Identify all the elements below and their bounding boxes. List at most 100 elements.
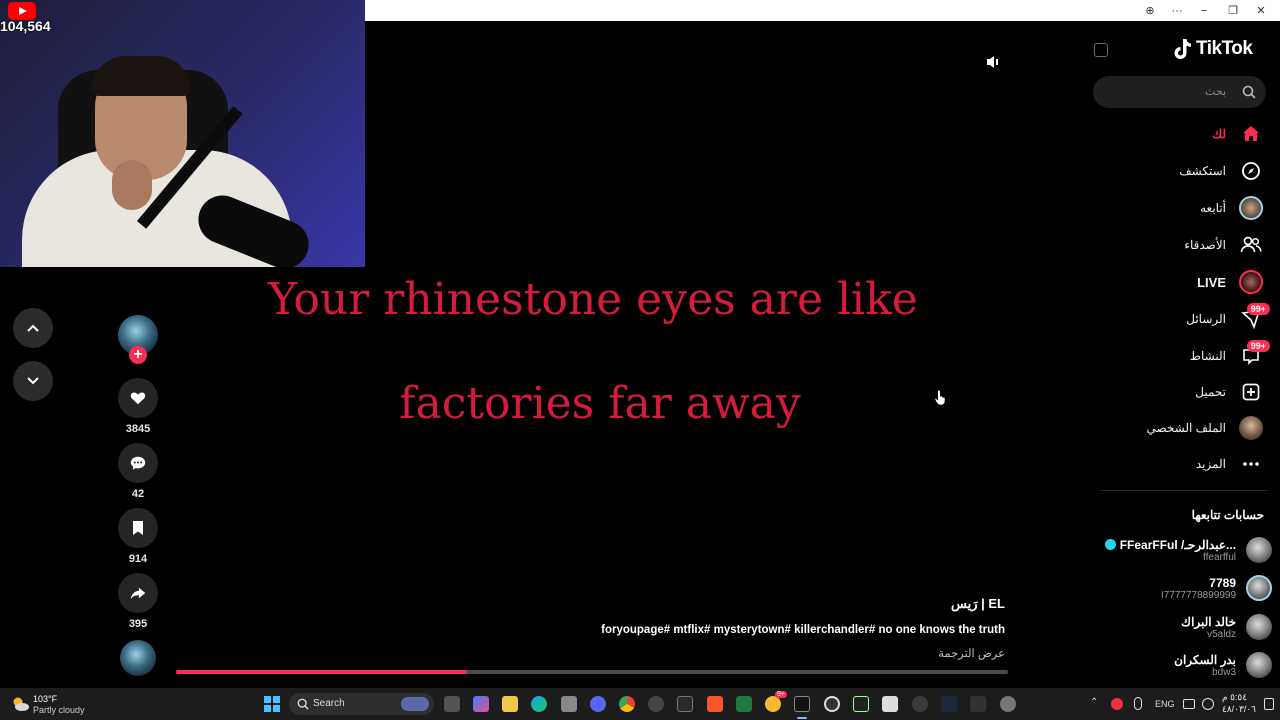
collapse-sidebar-icon[interactable] (1094, 43, 1108, 57)
search-input[interactable]: بحث (1093, 76, 1266, 108)
search-placeholder: بحث (1205, 86, 1226, 98)
chevron-down-icon (27, 377, 39, 385)
following-account[interactable]: بدر السكران bdw3 (1174, 652, 1272, 678)
account-handle: I7777778899999 (1160, 589, 1236, 601)
tiktok-logo[interactable]: TikTok (1171, 37, 1253, 61)
app-icon-gear[interactable] (648, 696, 664, 712)
tray-app-icon[interactable] (1111, 698, 1123, 710)
volume-icon[interactable] (984, 53, 1002, 71)
lyric-line-1: Your rhinestone eyes are like (268, 274, 918, 325)
clock-date[interactable]: ٤٨/٠٣/٠٦ (1222, 704, 1256, 715)
compass-icon (1238, 158, 1264, 184)
following-avatar-icon (1238, 195, 1264, 221)
account-name: FFearFFul /عبدالرحـ... (1119, 537, 1236, 552)
translate-link[interactable]: عرض الترجمة (938, 646, 1005, 660)
store-icon[interactable] (561, 696, 577, 712)
discord-icon[interactable] (590, 696, 606, 712)
app-icon-slash[interactable] (912, 696, 928, 712)
app-icon-a[interactable] (853, 696, 869, 712)
account-avatar (1246, 575, 1272, 601)
app-icon-emoji[interactable] (765, 696, 781, 712)
nav-label: استكشف (1179, 164, 1226, 178)
excel-icon[interactable] (736, 696, 752, 712)
comment-button[interactable] (118, 443, 158, 483)
caption-text: foryoupage# mtflix# mysterytown# killerc… (601, 624, 1005, 636)
taskbar-search-label: Search (313, 698, 345, 709)
clock-time[interactable]: ٥:٥٤ م (1222, 692, 1247, 703)
weather-icon[interactable] (10, 694, 30, 714)
copilot-icon[interactable] (473, 696, 489, 712)
activity-badge: +99 (1246, 340, 1270, 352)
taskbar-search[interactable]: Search (289, 693, 434, 715)
language-indicator[interactable]: ENG (1155, 699, 1175, 709)
nav-item-messages[interactable]: +99 الرسائل (1186, 303, 1270, 333)
nav-label: الأصدقاء (1184, 238, 1226, 252)
nav-item-activity[interactable]: +99 النشاط (1189, 340, 1270, 370)
mouse-cursor-icon (934, 388, 948, 411)
search-icon (297, 698, 309, 710)
taskbar-app-badge: 9+ (775, 691, 787, 698)
follow-button[interactable]: + (129, 346, 147, 364)
lyric-line-2: factories far away (399, 378, 801, 429)
like-button[interactable] (118, 378, 158, 418)
chrome-icon[interactable] (619, 696, 635, 712)
previous-video-button[interactable] (13, 308, 53, 348)
like-count: 3845 (125, 423, 151, 435)
steam-icon[interactable] (941, 696, 957, 712)
settings-icon[interactable] (1000, 696, 1016, 712)
minimize-button[interactable]: − (1196, 3, 1212, 19)
nav-item-more[interactable]: المزيد (1196, 450, 1264, 478)
app-icon-sync[interactable] (824, 696, 840, 712)
chevron-up-icon (27, 324, 39, 332)
file-explorer-icon[interactable] (502, 696, 518, 712)
following-heading: حسابات تتابعها (1191, 508, 1264, 522)
tiktok-taskbar-icon[interactable] (794, 696, 810, 712)
weather-desc: Partly cloudy (33, 705, 85, 715)
brave-icon[interactable] (707, 696, 723, 712)
maximize-button[interactable]: ❐ (1225, 3, 1241, 19)
more-options-icon[interactable]: ··· (1169, 3, 1185, 19)
webcam-person-hand (112, 160, 152, 210)
video-progress-bar[interactable] (176, 670, 1008, 674)
bookmark-button[interactable] (118, 508, 158, 548)
account-handle: v5aldz (1207, 628, 1236, 640)
nav-item-upload[interactable]: تحميل (1195, 378, 1264, 406)
app-icon-mail[interactable] (970, 696, 986, 712)
webcam-overlay: 104,564 (0, 0, 365, 267)
notification-icon[interactable] (1264, 698, 1274, 710)
following-account[interactable]: خالد البراك v5aldz (1181, 614, 1272, 640)
music-disc-avatar[interactable] (120, 640, 156, 676)
edge-icon[interactable] (531, 696, 547, 712)
task-view-icon[interactable] (444, 696, 460, 712)
nav-item-profile[interactable]: الملف الشخصي (1146, 414, 1264, 442)
profile-avatar-icon (1238, 415, 1264, 441)
nav-item-for-you[interactable]: لك (1212, 120, 1264, 148)
account-name: 7789 (1209, 575, 1236, 590)
following-account[interactable]: FFearFFul /عبدالرحـ... ffearfful (1104, 537, 1272, 563)
tray-chevron-icon[interactable]: ⌃ (1090, 697, 1098, 708)
nav-label: النشاط (1189, 349, 1226, 363)
share-button[interactable] (118, 573, 158, 613)
next-video-button[interactable] (13, 361, 53, 401)
volume-tray-icon[interactable] (1202, 698, 1214, 710)
windows-start-icon[interactable] (264, 696, 280, 712)
nav-label: المزيد (1195, 457, 1226, 471)
capcut-icon[interactable] (882, 696, 898, 712)
nav-item-following[interactable]: أتابعه (1200, 194, 1264, 222)
nav-item-explore[interactable]: استكشف (1179, 157, 1264, 185)
active-app-indicator (797, 717, 807, 719)
heart-icon (130, 392, 146, 405)
nav-item-friends[interactable]: الأصدقاء (1184, 231, 1264, 259)
live-icon (1238, 269, 1264, 295)
following-account[interactable]: 7789 I7777778899999 (1161, 575, 1272, 601)
network-icon[interactable] (1183, 699, 1195, 709)
zoom-icon[interactable]: ⊕ (1142, 3, 1158, 19)
nav-label: LIVE (1197, 274, 1226, 290)
nav-item-live[interactable]: LIVE (1197, 268, 1264, 296)
nav-label: أتابعه (1200, 201, 1226, 215)
close-button[interactable]: ✕ (1253, 3, 1269, 19)
microphone-icon[interactable] (1134, 697, 1142, 710)
home-icon (1238, 121, 1264, 147)
app-icon-g[interactable] (677, 696, 693, 712)
caption-author[interactable]: EL | رَيس (951, 596, 1005, 612)
